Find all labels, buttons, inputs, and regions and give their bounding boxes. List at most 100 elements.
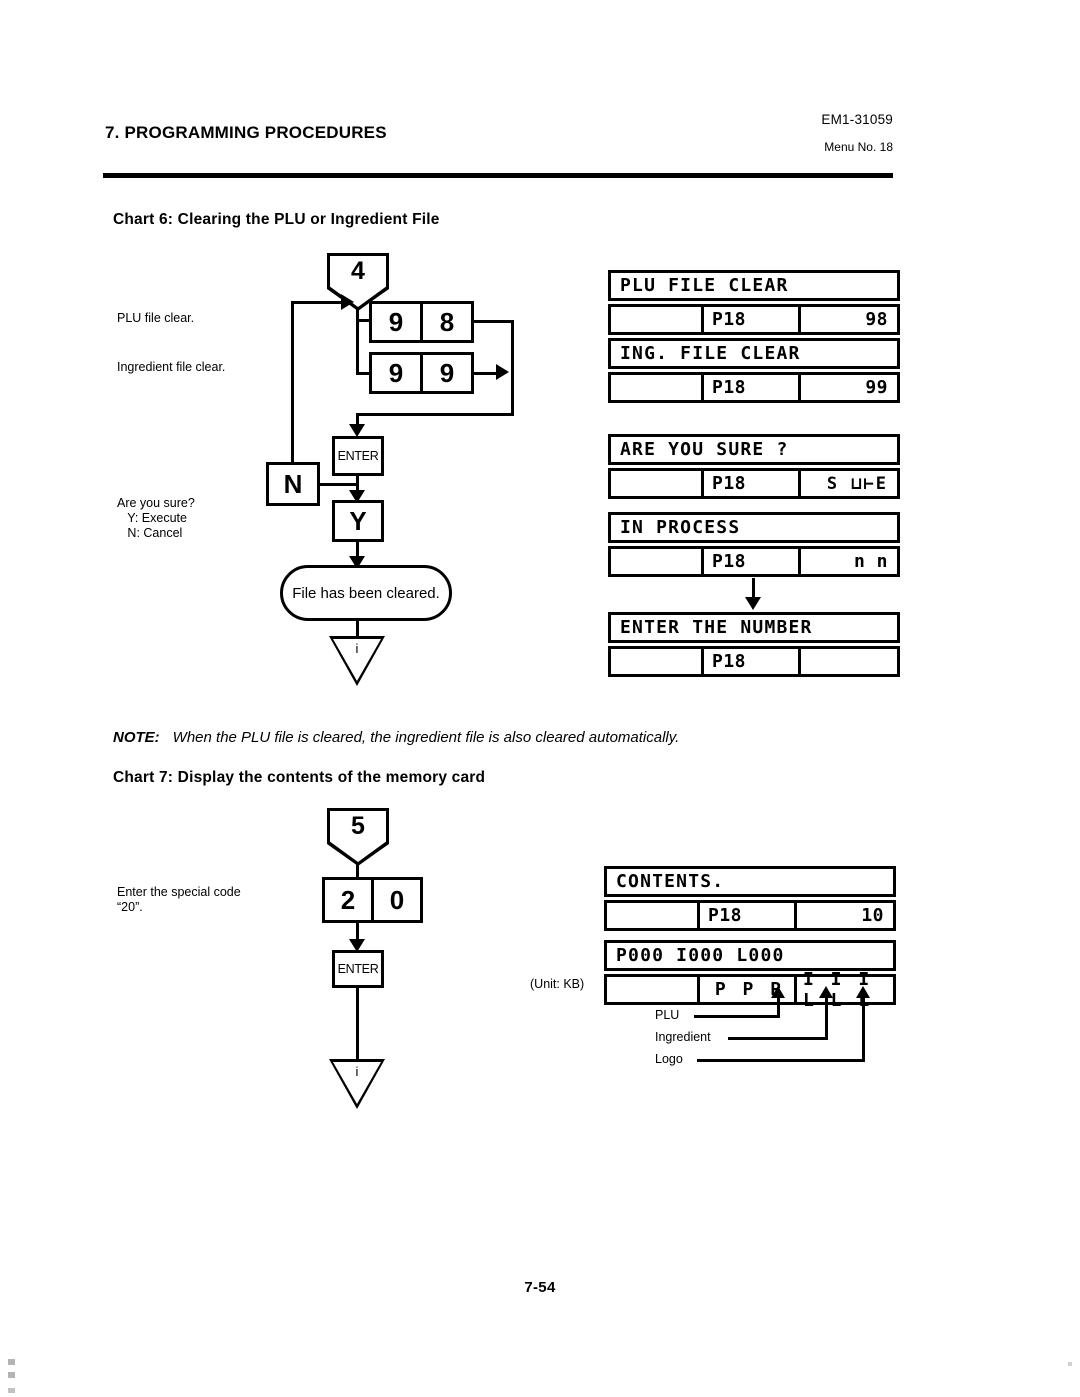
page-number: 7-54	[524, 1279, 556, 1296]
document-page: EM1-31059 7. PROGRAMMING PROCEDURES Menu…	[0, 0, 1080, 1397]
lcd-fields: P P P I I I L L L	[604, 968, 896, 1011]
scan-artifact	[8, 1359, 15, 1365]
callout-label-ingredient: Ingredient	[655, 1030, 711, 1044]
callout-label-logo: Logo	[655, 1052, 683, 1066]
callout-line-logo	[697, 1059, 865, 1062]
chart6-display-are-you-sure: ARE YOU SURE ? P18 S ⊔⊢E	[608, 434, 900, 499]
lcd-fields: P18 n n	[608, 546, 900, 577]
chart6-display-in-process: IN PROCESS P18 n n	[608, 512, 900, 577]
chart7-title: Chart 7: Display the contents of the mem…	[113, 769, 486, 786]
note-label: NOTE:	[113, 729, 160, 746]
chart6-key-8[interactable]: 8	[420, 301, 474, 343]
callout-line-plu	[694, 1015, 780, 1018]
lcd-message: P000 I000 L000	[604, 940, 896, 971]
chart6-display-enter-the-number: ENTER THE NUMBER P18	[608, 612, 900, 677]
chart6-key-enter[interactable]: ENTER	[332, 436, 384, 476]
chart6-key-9c[interactable]: 9	[420, 352, 474, 394]
chart6-key-branch-bottom	[356, 372, 371, 375]
annotation-ingredient-file-clear: Ingredient file clear.	[117, 360, 226, 374]
scan-artifact	[8, 1388, 15, 1393]
chart6-no-loop-arrowhead	[341, 294, 354, 310]
lcd-fields: P18 10	[604, 900, 896, 931]
lcd-field-2: P18	[704, 549, 801, 574]
chart6-terminator: File has been cleared.	[280, 565, 452, 621]
chart7-display-card-contents: P000 I000 L000 P P P I I I L L L	[604, 940, 896, 1011]
chart6-title: Chart 6: Clearing the PLU or Ingredient …	[113, 211, 440, 228]
chart6-display-ing-file-clear: ING. FILE CLEAR P18 99	[608, 338, 900, 403]
lcd-field-1	[611, 375, 704, 400]
lcd-field-1	[607, 903, 700, 928]
lcd-field-3: S ⊔⊢E	[826, 473, 888, 494]
lcd-field-1	[607, 977, 700, 1002]
lcd-field-2: P18	[704, 471, 801, 496]
scan-artifact	[8, 1372, 15, 1378]
lcd-message: CONTENTS.	[604, 866, 896, 897]
callout-riser-ingredient	[825, 996, 828, 1038]
chart6-key-out-arrowhead	[496, 364, 509, 380]
lcd-field-2: P18	[704, 307, 801, 332]
lcd-field-3: 99	[865, 377, 888, 398]
lcd-fields: P18 S ⊔⊢E	[608, 468, 900, 499]
chart7-exit-stem	[356, 988, 359, 1060]
lcd-field-3: 10	[861, 905, 884, 926]
chart7-exit-connector: i	[329, 1059, 385, 1109]
chart7-display-contents: CONTENTS. P18 10	[604, 866, 896, 931]
annotation-are-you-sure: Are you sure? Y: Execute N: Cancel	[117, 496, 195, 540]
callout-riser-logo	[862, 996, 865, 1060]
menu-number: Menu No. 18	[824, 140, 893, 154]
chart6-key-branch-bus	[356, 319, 359, 375]
chart6-key-out-top	[472, 320, 514, 323]
lcd-field-3	[801, 649, 897, 674]
scan-artifact	[1068, 1362, 1072, 1366]
chart7-key-0[interactable]: 0	[371, 877, 423, 923]
chart6-display-plu-file-clear: PLU FILE CLEAR P18 98	[608, 270, 900, 335]
chart7-entry-connector: 5	[327, 808, 389, 866]
lcd-field-2: P18	[704, 649, 801, 674]
header-divider	[103, 173, 893, 178]
lcd-field-3: 98	[865, 309, 888, 330]
lcd-field-1	[611, 307, 704, 332]
chart6-key-branch-top	[356, 319, 371, 322]
callout-arrowhead-logo	[856, 986, 870, 998]
callout-label-plu: PLU	[655, 1008, 680, 1022]
chart6-no-tap	[318, 483, 358, 486]
annotation-special-code: Enter the special code “20”.	[117, 885, 241, 914]
chart6-entry-connector-label: 4	[351, 257, 365, 285]
chart7-key-2[interactable]: 2	[322, 877, 374, 923]
lcd-fields: P18 98	[608, 304, 900, 335]
chart6-key-out-bus	[511, 320, 514, 416]
lcd-field-1	[611, 649, 704, 674]
chart6-key-9a[interactable]: 9	[369, 301, 423, 343]
chart6-exit-stem	[356, 621, 359, 637]
note-block: NOTE: When the PLU file is cleared, the i…	[113, 729, 679, 746]
callout-riser-plu	[777, 996, 780, 1016]
callout-arrowhead-ingredient	[819, 986, 833, 998]
chart6-key-no[interactable]: N	[266, 462, 320, 506]
lcd-field-1	[611, 549, 704, 574]
annotation-plu-file-clear: PLU file clear.	[117, 311, 195, 325]
chart7-entry-connector-label: 5	[351, 812, 365, 840]
lcd-message: ING. FILE CLEAR	[608, 338, 900, 369]
chart7-key-enter[interactable]: ENTER	[332, 950, 384, 988]
chart6-key-yes[interactable]: Y	[332, 500, 384, 542]
lcd-message: IN PROCESS	[608, 512, 900, 543]
chart6-exit-connector: i	[329, 636, 385, 686]
lcd-fields: P18	[608, 646, 900, 677]
chart6-no-loop-vertical	[291, 301, 294, 463]
note-text: When the PLU file is cleared, the ingred…	[172, 729, 680, 746]
lcd-field-3: n n	[853, 551, 888, 572]
chart6-exit-connector-label: i	[355, 641, 359, 656]
lcd-message: ENTER THE NUMBER	[608, 612, 900, 643]
chart7-exit-connector-label: i	[355, 1064, 359, 1079]
callout-arrowhead-plu	[771, 986, 785, 998]
chart6-enter-feed	[356, 413, 514, 416]
unit-label: (Unit: KB)	[530, 977, 585, 991]
lcd-field-2: P18	[700, 903, 797, 928]
callout-line-ingredient	[728, 1037, 828, 1040]
chart6-display-flow-arrowhead	[745, 597, 761, 610]
chart6-key-9b[interactable]: 9	[369, 352, 423, 394]
lcd-message: PLU FILE CLEAR	[608, 270, 900, 301]
lcd-field-3: I I I L L L	[803, 968, 873, 1011]
lcd-field-2: P18	[704, 375, 801, 400]
lcd-field-1	[611, 471, 704, 496]
